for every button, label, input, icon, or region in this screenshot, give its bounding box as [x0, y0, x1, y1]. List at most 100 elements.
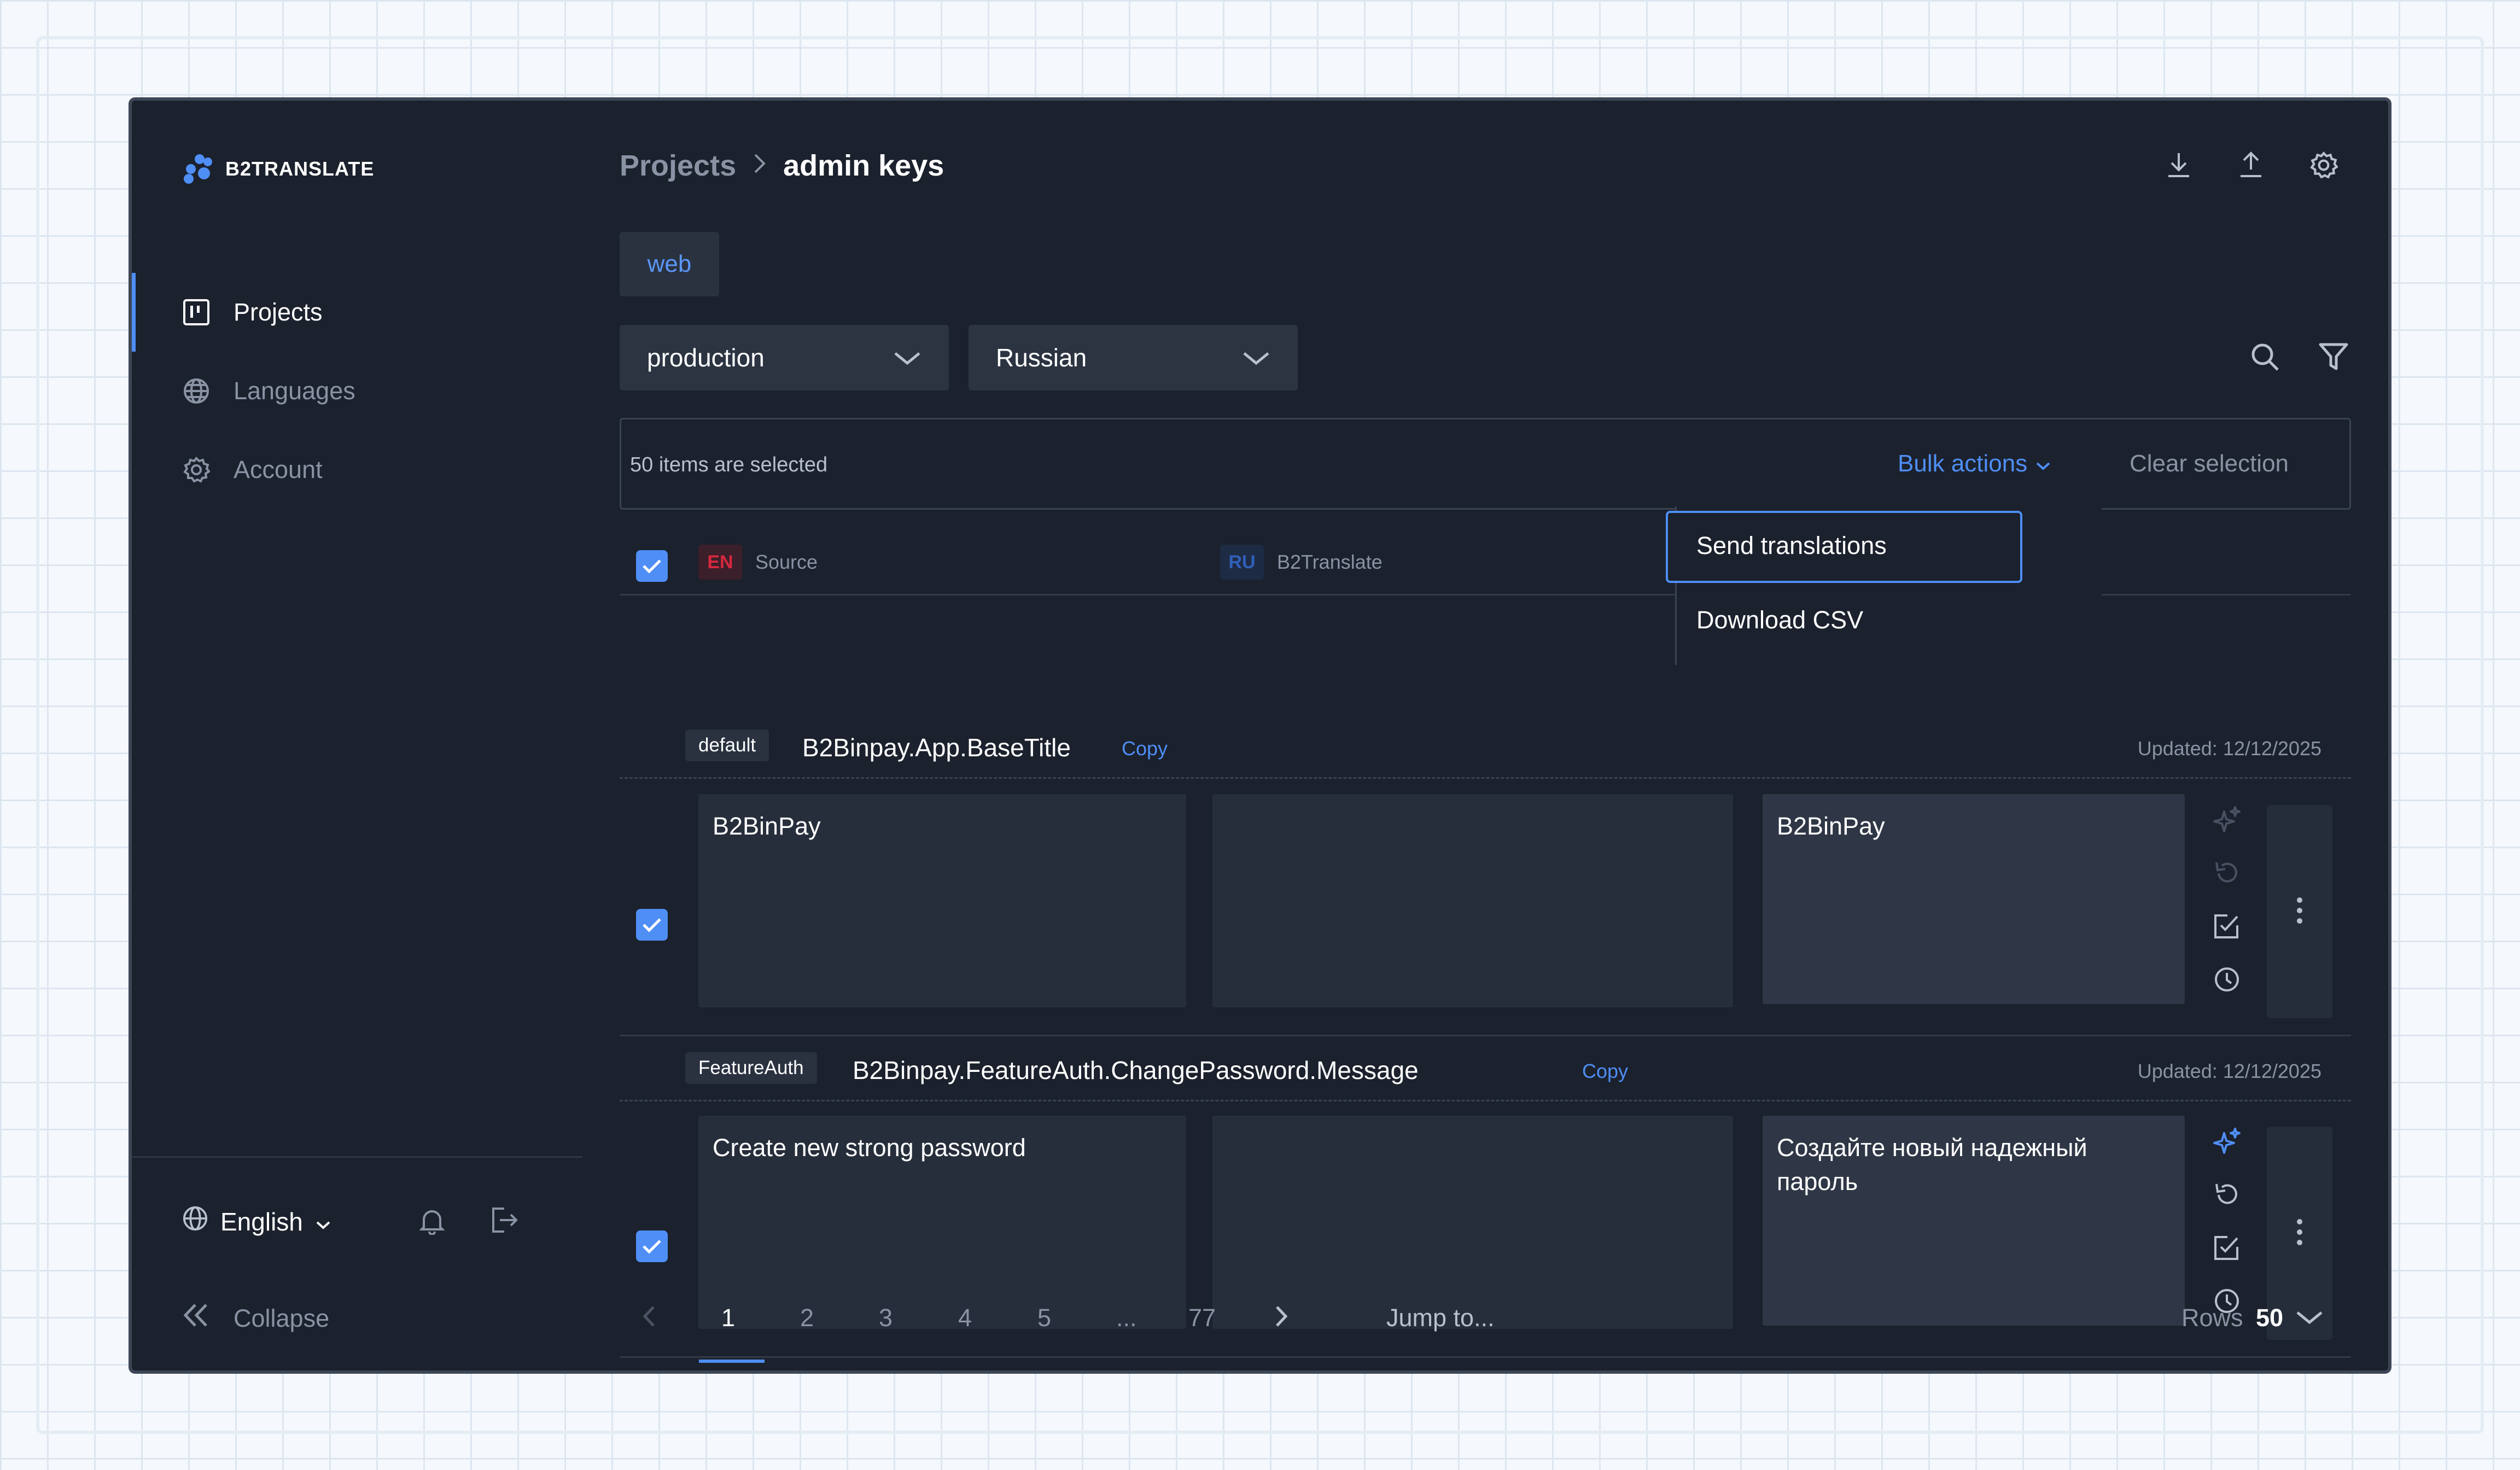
filter-icon	[2318, 343, 2349, 374]
projects-board-icon	[182, 298, 211, 326]
sidebar-item-account[interactable]: Account	[132, 430, 582, 509]
breadcrumb-projects-link[interactable]: Projects	[620, 149, 736, 183]
key-row-header: default B2Binpay.App.BaseTitle Copy Upda…	[620, 713, 2351, 779]
page-5-button[interactable]: 5	[1037, 1304, 1051, 1332]
double-chevron-left-icon	[182, 1303, 209, 1334]
rows-label: Rows	[2181, 1304, 2243, 1332]
logo[interactable]: B2TRANSLATE	[184, 154, 374, 184]
updated-date: Updated: 12/12/2025	[2137, 737, 2321, 760]
page-4-button[interactable]: 4	[958, 1304, 972, 1332]
collapse-button[interactable]: Collapse	[182, 1303, 329, 1334]
download-icon	[2165, 153, 2192, 182]
download-button[interactable]	[2165, 151, 2192, 182]
history-clock-icon[interactable]	[2213, 965, 2241, 996]
approve-icon[interactable]	[2213, 912, 2241, 943]
source-text-cell[interactable]: B2BinPay	[698, 794, 1186, 1007]
search-button[interactable]	[2249, 341, 2280, 375]
approve-icon[interactable]	[2213, 1234, 2241, 1265]
notifications-button[interactable]	[419, 1208, 445, 1238]
namespace-badge: FeatureAuth	[685, 1052, 817, 1084]
logout-icon	[490, 1208, 520, 1236]
settings-button[interactable]	[2309, 151, 2338, 182]
environment-value: production	[647, 343, 765, 372]
table-tools	[2249, 341, 2349, 375]
bulk-actions-button[interactable]: Bulk actions	[1898, 450, 2051, 477]
collapse-label: Collapse	[234, 1304, 330, 1332]
breadcrumb: Projects admin keys	[620, 149, 944, 183]
language-select[interactable]: Russian	[969, 325, 1298, 390]
more-vertical-icon	[2296, 1218, 2303, 1249]
bulk-actions-label: Bulk actions	[1898, 450, 2028, 477]
page-2-button[interactable]: 2	[800, 1304, 814, 1332]
jump-to-input[interactable]: Jump to...	[1386, 1304, 1495, 1332]
row-action-icons	[2213, 806, 2241, 996]
bell-icon	[419, 1210, 445, 1237]
upload-icon	[2237, 151, 2265, 182]
chevron-down-icon	[1242, 343, 1270, 372]
machine-translation-cell[interactable]	[1212, 794, 1733, 1007]
environment-select[interactable]: production	[620, 325, 949, 390]
copy-key-button[interactable]: Copy	[1122, 737, 1168, 760]
menu-item-send-translations[interactable]: Send translations	[1666, 511, 2022, 583]
brand-name: B2TRANSLATE	[225, 158, 375, 180]
ai-sparkle-icon[interactable]	[2213, 1128, 2241, 1159]
sidebar-item-label: Languages	[234, 377, 355, 405]
app-window: B2TRANSLATE Projects Languages Account E…	[129, 97, 2391, 1374]
ai-sparkle-icon[interactable]	[2213, 806, 2241, 837]
next-page-button[interactable]	[1274, 1304, 1289, 1335]
row-checkbox[interactable]	[636, 1230, 668, 1262]
select-all-checkbox[interactable]	[636, 550, 668, 582]
translation-key: B2Binpay.App.BaseTitle	[802, 733, 1071, 762]
sidebar-divider	[132, 1156, 582, 1158]
logout-button[interactable]	[490, 1206, 520, 1236]
copy-key-button[interactable]: Copy	[1582, 1060, 1628, 1083]
tab-web[interactable]: web	[620, 232, 719, 296]
search-icon	[2249, 343, 2280, 374]
gear-icon	[182, 456, 211, 484]
clear-selection-button[interactable]: Clear selection	[2130, 450, 2289, 477]
filter-button[interactable]	[2318, 341, 2349, 375]
active-page-indicator	[699, 1360, 765, 1363]
sidebar-item-projects[interactable]: Projects	[132, 273, 582, 352]
undo-icon[interactable]	[2213, 859, 2241, 890]
language-switcher[interactable]: English	[182, 1205, 331, 1238]
target-column-header: RU B2Translate	[1220, 545, 1382, 580]
source-column-label: Source	[755, 551, 818, 573]
globe-icon	[182, 1205, 208, 1238]
prev-page-button[interactable]	[641, 1304, 657, 1335]
source-column-header: EN Source	[698, 545, 818, 580]
row-checkbox[interactable]	[636, 909, 668, 941]
sidebar: B2TRANSLATE Projects Languages Account E…	[132, 101, 582, 1370]
header-actions	[2165, 151, 2338, 182]
source-language-badge: EN	[698, 545, 742, 580]
rows-per-page-select[interactable]: 50	[2256, 1304, 2283, 1332]
page-3-button[interactable]: 3	[879, 1304, 892, 1332]
chevron-right-icon	[752, 149, 767, 183]
page-title: admin keys	[783, 149, 944, 182]
sidebar-nav: Projects Languages Account	[132, 273, 582, 509]
target-language-badge: RU	[1220, 545, 1264, 580]
settings-icon	[2309, 151, 2338, 182]
selection-count: 50 items are selected	[630, 453, 828, 476]
chevron-down-icon	[2035, 450, 2051, 477]
page-1-button[interactable]: 1	[721, 1304, 735, 1332]
chevron-down-icon	[315, 1207, 331, 1236]
chevron-down-icon	[893, 343, 921, 372]
bulk-actions-menu: Send translations Download CSV	[1666, 506, 2102, 665]
updated-date: Updated: 12/12/2025	[2137, 1060, 2321, 1082]
page-77-button[interactable]: 77	[1188, 1304, 1216, 1332]
page-ellipsis: ...	[1116, 1304, 1137, 1332]
pagination: 1 2 3 4 5 ... 77 Jump to... Rows 50	[620, 1282, 2351, 1364]
language-label: English	[220, 1207, 303, 1236]
undo-icon[interactable]	[2213, 1181, 2241, 1212]
sidebar-item-label: Account	[234, 456, 323, 483]
language-value: Russian	[996, 343, 1087, 372]
chevron-down-icon[interactable]	[2295, 1309, 2324, 1328]
menu-item-download-csv[interactable]: Download CSV	[1696, 606, 1863, 634]
sidebar-item-languages[interactable]: Languages	[132, 352, 582, 430]
upload-button[interactable]	[2237, 151, 2265, 182]
namespace-badge: default	[685, 730, 769, 761]
target-translation-cell[interactable]: B2BinPay	[1763, 794, 2185, 1004]
row-more-button[interactable]	[2267, 805, 2332, 1018]
more-vertical-icon	[2296, 897, 2303, 927]
